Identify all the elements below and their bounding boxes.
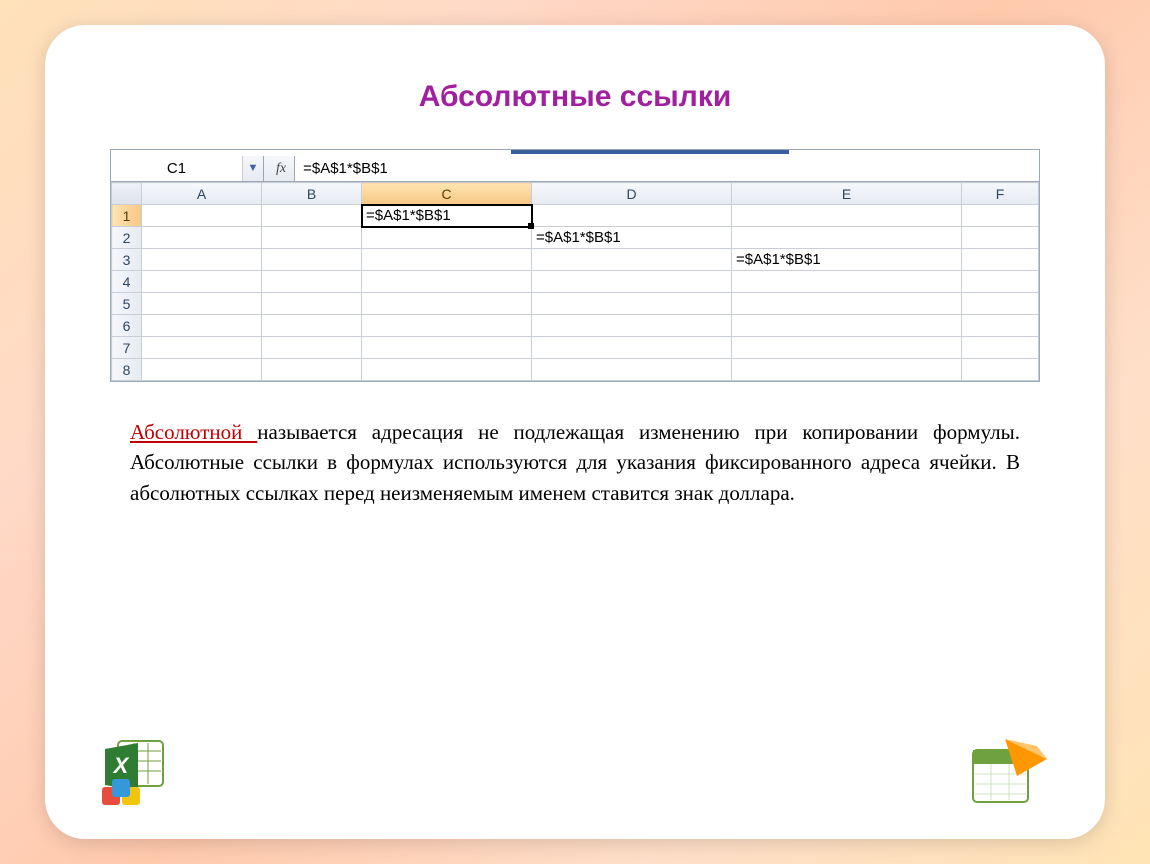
cell[interactable] — [732, 293, 962, 315]
cell[interactable]: =$A$1*$B$1 — [732, 249, 962, 271]
table-row: 2 =$A$1*$B$1 — [112, 227, 1039, 249]
cell[interactable] — [962, 293, 1039, 315]
excel-logo-icon: X — [100, 739, 180, 809]
cell[interactable] — [362, 337, 532, 359]
table-row: 5 — [112, 293, 1039, 315]
column-header[interactable]: B — [262, 183, 362, 205]
slide-card: Абсолютные ссылки C1 ▼ fx =$A$1*$B$1 ABC… — [45, 25, 1105, 839]
row-header[interactable]: 5 — [112, 293, 142, 315]
table-row: 1 =$A$1*$B$1 — [112, 205, 1039, 227]
cell[interactable] — [962, 227, 1039, 249]
table-row: 7 — [112, 337, 1039, 359]
ribbon-edge — [511, 150, 789, 154]
cell[interactable] — [362, 293, 532, 315]
cell[interactable] — [262, 337, 362, 359]
cell[interactable] — [262, 293, 362, 315]
select-all-corner[interactable] — [112, 183, 142, 205]
cell[interactable] — [732, 337, 962, 359]
name-box[interactable]: C1 ▼ — [111, 156, 264, 181]
cell[interactable] — [262, 249, 362, 271]
cell[interactable] — [732, 271, 962, 293]
cell[interactable] — [142, 205, 262, 227]
cell[interactable] — [362, 227, 532, 249]
cell[interactable] — [262, 227, 362, 249]
fx-icon: fx — [272, 161, 290, 177]
excel-screenshot: C1 ▼ fx =$A$1*$B$1 ABCDEF 1 =$A$1*$B$1 2 =$… — [110, 149, 1040, 382]
cell[interactable] — [532, 337, 732, 359]
cell[interactable] — [962, 359, 1039, 381]
fx-button[interactable]: fx — [264, 156, 295, 181]
cell[interactable] — [532, 293, 732, 315]
table-row: 8 — [112, 359, 1039, 381]
cell[interactable]: =$A$1*$B$1 — [532, 227, 732, 249]
spreadsheet-grid[interactable]: ABCDEF 1 =$A$1*$B$1 2 =$A$1*$B$1 3 =$A$1*$B$1… — [111, 182, 1039, 381]
cell[interactable] — [732, 227, 962, 249]
cell[interactable] — [142, 271, 262, 293]
cell[interactable] — [142, 249, 262, 271]
column-header[interactable]: D — [532, 183, 732, 205]
column-header[interactable]: A — [142, 183, 262, 205]
explanation-paragraph: Абсолютной называется адресация не подле… — [130, 417, 1020, 508]
cell[interactable] — [962, 205, 1039, 227]
cell[interactable] — [732, 205, 962, 227]
row-header[interactable]: 7 — [112, 337, 142, 359]
name-box-value: C1 — [111, 156, 243, 181]
column-header[interactable]: F — [962, 183, 1039, 205]
cell[interactable] — [962, 315, 1039, 337]
paragraph-rest: называется адресация не подлежащая измен… — [130, 420, 1020, 505]
cell[interactable] — [362, 271, 532, 293]
table-row: 4 — [112, 271, 1039, 293]
excel-file-icon — [965, 734, 1050, 809]
cell[interactable] — [362, 249, 532, 271]
cell[interactable] — [262, 271, 362, 293]
column-headers: ABCDEF — [112, 183, 1039, 205]
row-header[interactable]: 6 — [112, 315, 142, 337]
cell[interactable] — [732, 315, 962, 337]
table-row: 3 =$A$1*$B$1 — [112, 249, 1039, 271]
row-header[interactable]: 1 — [112, 205, 142, 227]
lead-term: Абсолютной — [130, 420, 257, 444]
svg-text:X: X — [112, 753, 130, 778]
column-header[interactable]: C — [362, 183, 532, 205]
cell[interactable] — [142, 293, 262, 315]
cell[interactable] — [142, 315, 262, 337]
row-header[interactable]: 3 — [112, 249, 142, 271]
cell[interactable]: =$A$1*$B$1 — [362, 205, 532, 227]
cell[interactable] — [142, 359, 262, 381]
formula-bar: C1 ▼ fx =$A$1*$B$1 — [111, 156, 1039, 182]
cell[interactable] — [532, 359, 732, 381]
cell[interactable] — [532, 205, 732, 227]
name-box-dropdown-icon[interactable]: ▼ — [243, 156, 263, 181]
cell[interactable] — [142, 227, 262, 249]
table-row: 6 — [112, 315, 1039, 337]
cell[interactable] — [362, 359, 532, 381]
cell[interactable] — [962, 249, 1039, 271]
row-header[interactable]: 2 — [112, 227, 142, 249]
cell[interactable] — [962, 337, 1039, 359]
cell[interactable] — [262, 315, 362, 337]
cell[interactable] — [532, 249, 732, 271]
cell[interactable] — [532, 271, 732, 293]
page-title: Абсолютные ссылки — [90, 80, 1060, 114]
cell[interactable] — [262, 359, 362, 381]
row-header[interactable]: 4 — [112, 271, 142, 293]
cell[interactable] — [732, 359, 962, 381]
cell[interactable] — [532, 315, 732, 337]
cell[interactable] — [962, 271, 1039, 293]
formula-input[interactable]: =$A$1*$B$1 — [295, 156, 1039, 181]
cell[interactable] — [142, 337, 262, 359]
row-header[interactable]: 8 — [112, 359, 142, 381]
cell[interactable] — [362, 315, 532, 337]
cell[interactable] — [262, 205, 362, 227]
column-header[interactable]: E — [732, 183, 962, 205]
